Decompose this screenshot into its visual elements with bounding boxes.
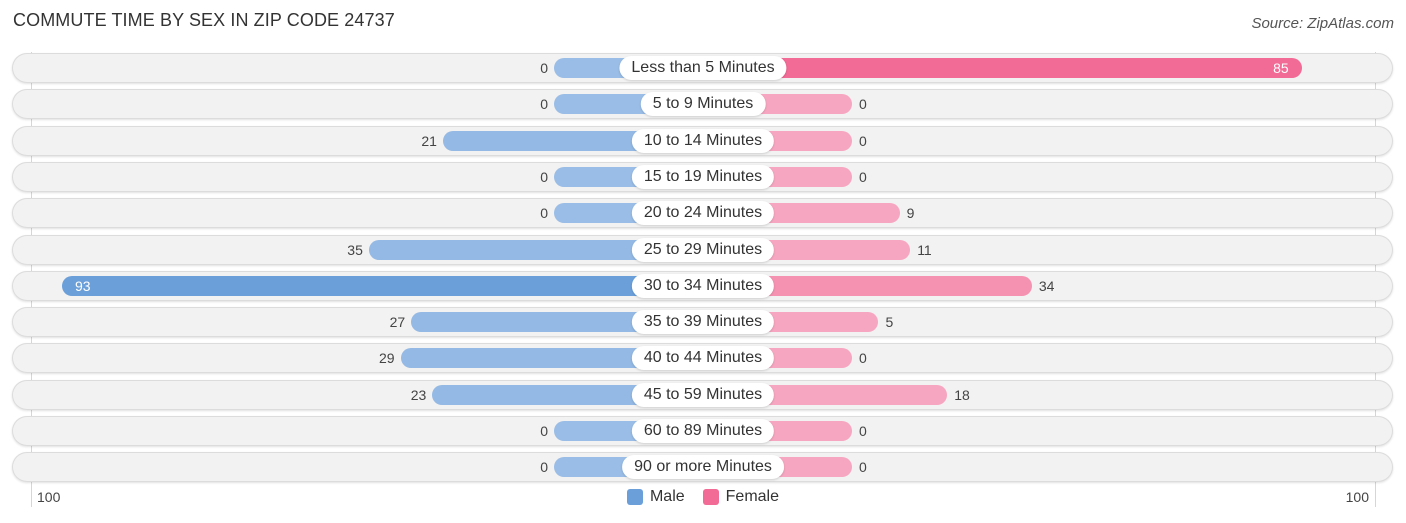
- chart-title: COMMUTE TIME BY SEX IN ZIP CODE 24737: [13, 10, 395, 30]
- value-label-male: 27: [389, 314, 406, 331]
- value-label-male: 0: [540, 168, 548, 185]
- value-label-female: 9: [906, 205, 915, 222]
- category-label: 10 to 14 Minutes: [631, 128, 775, 153]
- bar-male[interactable]: [62, 275, 703, 296]
- legend-swatch-male: [626, 489, 643, 505]
- category-label: 5 to 9 Minutes: [640, 92, 766, 117]
- category-label: 30 to 34 Minutes: [631, 273, 775, 298]
- legend-item-female[interactable]: Female: [702, 488, 780, 506]
- value-label-female: 0: [859, 423, 867, 439]
- category-label: Less than 5 Minutes: [619, 56, 787, 80]
- value-label-male: 0: [540, 60, 548, 76]
- value-label-female: 5: [885, 314, 894, 331]
- legend: Male Female: [0, 488, 1406, 506]
- legend-label-female: Female: [725, 488, 780, 505]
- category-label: 15 to 19 Minutes: [631, 164, 775, 189]
- value-label-female: 0: [859, 168, 867, 185]
- value-label-male: 21: [421, 132, 437, 149]
- legend-swatch-female: [702, 489, 719, 505]
- value-label-male: 0: [540, 459, 548, 476]
- value-label-female: 0: [859, 96, 867, 113]
- category-label: 90 or more Minutes: [622, 455, 784, 480]
- value-label-female: 0: [859, 350, 867, 367]
- value-label-male: 0: [540, 423, 548, 439]
- value-label-female: 85: [1273, 60, 1289, 76]
- category-label: 35 to 39 Minutes: [631, 310, 775, 335]
- value-label-female: 0: [859, 459, 867, 476]
- bar-female[interactable]: [703, 58, 1302, 78]
- value-label-female: 11: [917, 241, 932, 258]
- value-label-female: 18: [954, 386, 970, 403]
- category-label: 40 to 44 Minutes: [631, 346, 775, 371]
- value-label-male: 29: [379, 350, 395, 367]
- value-label-male: 93: [75, 277, 91, 294]
- value-label-male: 35: [347, 241, 363, 258]
- category-label: 20 to 24 Minutes: [631, 201, 775, 226]
- category-label: 60 to 89 Minutes: [631, 419, 775, 443]
- legend-label-male: Male: [649, 488, 685, 505]
- value-label-male: 23: [410, 386, 427, 403]
- value-label-male: 0: [540, 205, 548, 222]
- value-label-female: 34: [1038, 277, 1055, 294]
- legend-item-male[interactable]: Male: [626, 488, 685, 506]
- category-label: 45 to 59 Minutes: [631, 382, 775, 407]
- value-label-female: 0: [859, 132, 867, 149]
- category-label: 25 to 29 Minutes: [631, 237, 775, 262]
- source-label: Source: ZipAtlas.com: [1251, 15, 1394, 32]
- value-label-male: 0: [540, 96, 548, 113]
